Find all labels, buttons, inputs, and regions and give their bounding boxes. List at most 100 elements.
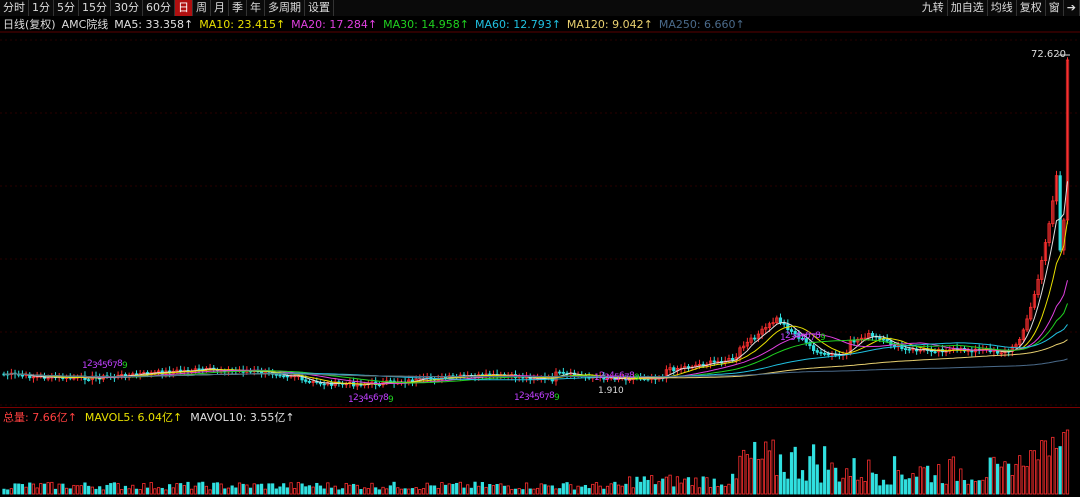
candle-body xyxy=(933,351,937,353)
volume-bar xyxy=(605,485,610,495)
volume-bar xyxy=(870,472,875,495)
volume-bar xyxy=(808,456,812,495)
volume-bar xyxy=(131,484,135,495)
volume-bar xyxy=(753,441,757,495)
volume-bar xyxy=(318,485,323,495)
volume-bar xyxy=(657,481,661,495)
volume-bar xyxy=(263,488,267,495)
volume-bar xyxy=(329,487,334,495)
volume-bar xyxy=(230,485,234,495)
volume-bar xyxy=(127,488,131,495)
candle-body xyxy=(304,379,308,382)
volume-bar xyxy=(613,481,617,495)
volume-bar xyxy=(1018,455,1022,495)
volume-bar xyxy=(926,465,930,495)
volume-bar xyxy=(565,482,569,495)
volume-bar xyxy=(381,486,385,495)
volume-bar xyxy=(351,483,356,495)
candle-body xyxy=(778,317,783,324)
volume-bar xyxy=(101,489,105,495)
volume-bar xyxy=(120,489,124,495)
volume-bar xyxy=(664,476,669,495)
volume-bar xyxy=(848,476,853,495)
volume-bar xyxy=(922,467,926,495)
volume-bar xyxy=(278,486,282,495)
volume-bar xyxy=(35,487,39,495)
volume-bar xyxy=(915,476,919,495)
volume-bar xyxy=(193,485,197,495)
candle-body xyxy=(904,348,908,351)
volume-bar xyxy=(28,482,32,495)
volume-bar xyxy=(933,475,937,495)
volume-bar xyxy=(782,471,786,495)
price-low-label: 1.910 xyxy=(598,386,624,396)
volume-bar xyxy=(311,486,315,495)
volume-bar xyxy=(996,463,1000,495)
volume-bar xyxy=(219,483,223,495)
volume-bar xyxy=(256,484,260,495)
volume-bar xyxy=(17,483,21,495)
volume-bar xyxy=(646,479,650,495)
volume-bar xyxy=(587,488,591,495)
volume-bar xyxy=(53,488,58,495)
volume-bar xyxy=(68,488,72,495)
volume-bar xyxy=(495,484,499,495)
volume-bar xyxy=(410,488,415,495)
volume-bar xyxy=(911,473,915,495)
volume-bar xyxy=(484,486,488,495)
volume-bar xyxy=(182,485,186,495)
volume-bar xyxy=(57,483,61,495)
candle-body xyxy=(672,367,676,372)
volume-bar xyxy=(984,477,989,495)
volume-bar xyxy=(245,484,249,495)
volume-bar xyxy=(285,487,289,495)
volume-bar xyxy=(9,488,13,495)
volume-bar xyxy=(39,483,43,495)
volume-bar xyxy=(642,476,646,495)
volume-bar xyxy=(521,489,525,495)
volume-bar xyxy=(561,483,565,495)
panel-divider xyxy=(0,407,1080,408)
volume-bar xyxy=(175,483,179,495)
volume-bar xyxy=(639,481,643,495)
volume-bar xyxy=(764,441,768,495)
volume-bar xyxy=(2,488,6,495)
mavol10-label: MAVOL10: 3.55亿↑ xyxy=(190,411,295,424)
volume-bar xyxy=(951,456,956,495)
candle-body xyxy=(322,383,326,386)
volume-bar xyxy=(79,485,83,495)
volume-bar xyxy=(609,483,613,495)
volume-bar xyxy=(499,483,503,495)
volume-bar xyxy=(528,488,532,495)
volume-bar xyxy=(1043,440,1048,495)
nine-turn-sequence: 9 xyxy=(554,393,560,403)
volume-bar xyxy=(896,470,900,495)
volume-bar xyxy=(845,468,849,495)
candle-body xyxy=(823,352,827,355)
volume-bar xyxy=(366,488,370,495)
volume-bar xyxy=(307,485,312,495)
volume-bar xyxy=(800,470,805,495)
volume-bar xyxy=(576,485,580,495)
volume-bar xyxy=(569,484,573,495)
volume-bar xyxy=(705,477,709,495)
volume-bar xyxy=(653,484,657,495)
volume-bar xyxy=(201,481,205,495)
volume-bar xyxy=(962,480,967,495)
volume-bar xyxy=(959,468,963,495)
volume-bar xyxy=(815,464,819,495)
volume-bar xyxy=(620,485,624,495)
candle-body xyxy=(278,374,282,377)
volume-bar xyxy=(675,476,680,495)
volume-bar xyxy=(344,482,348,495)
volume-bar xyxy=(506,485,510,495)
volume-bar xyxy=(348,484,352,495)
volume-bar xyxy=(1036,459,1040,495)
volume-bar xyxy=(87,485,91,495)
volume-bar xyxy=(76,485,80,495)
candle-body xyxy=(377,384,381,386)
volume-bar xyxy=(532,488,536,495)
volume-bar xyxy=(550,485,554,495)
volume-bar xyxy=(1054,447,1059,495)
volume-bar xyxy=(215,482,220,495)
